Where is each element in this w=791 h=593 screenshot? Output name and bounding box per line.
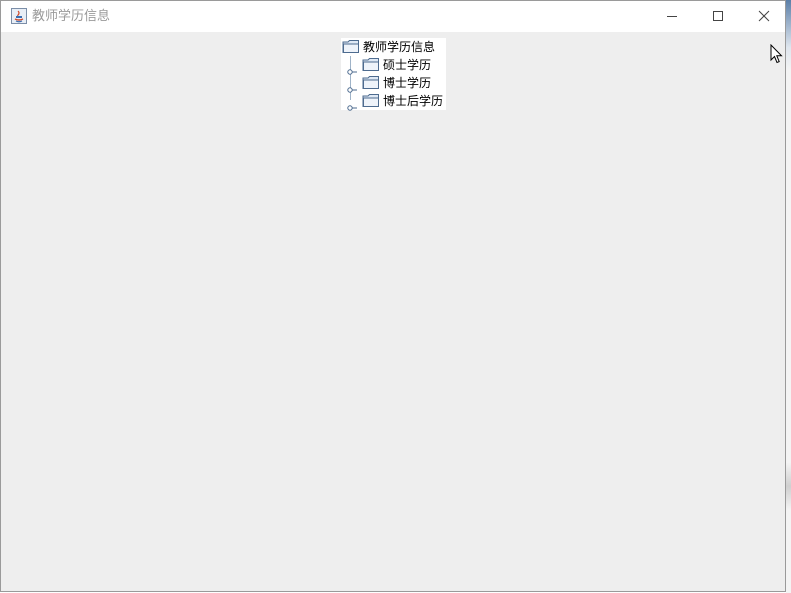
maximize-icon <box>713 11 723 21</box>
collapsed-handle-icon[interactable] <box>347 61 357 80</box>
title-bar[interactable]: 教师学历信息 <box>1 1 785 32</box>
app-window: 教师学历信息 教师学历信息 硕士学历 博士学历 博士后学历 <box>0 0 786 592</box>
tree-node-label: 硕士学历 <box>383 58 432 72</box>
tree-node-label: 教师学历信息 <box>363 40 436 54</box>
tree-node-root[interactable]: 教师学历信息 <box>342 38 446 56</box>
window-title: 教师学历信息 <box>32 9 111 24</box>
tree-view[interactable]: 教师学历信息 硕士学历 博士学历 博士后学历 <box>341 38 446 111</box>
minimize-icon <box>667 16 677 17</box>
java-app-icon <box>11 8 27 24</box>
tree-node-child[interactable]: 博士后学历 <box>362 92 446 110</box>
folder-icon <box>342 39 360 58</box>
mouse-cursor-icon <box>770 43 784 68</box>
tree-node-label: 博士后学历 <box>383 94 444 108</box>
folder-icon <box>362 93 380 112</box>
tree-node-label: 博士学历 <box>383 76 432 90</box>
close-button[interactable] <box>741 1 787 32</box>
content-pane: 教师学历信息 硕士学历 博士学历 博士后学历 <box>1 32 785 591</box>
maximize-button[interactable] <box>695 1 741 32</box>
desktop-background <box>786 0 791 593</box>
minimize-button[interactable] <box>649 1 695 32</box>
collapsed-handle-icon[interactable] <box>347 79 357 98</box>
tree-node-child[interactable]: 硕士学历 <box>362 56 446 74</box>
tree-node-child[interactable]: 博士学历 <box>362 74 446 92</box>
close-icon <box>758 10 770 22</box>
collapsed-handle-icon[interactable] <box>347 97 357 116</box>
